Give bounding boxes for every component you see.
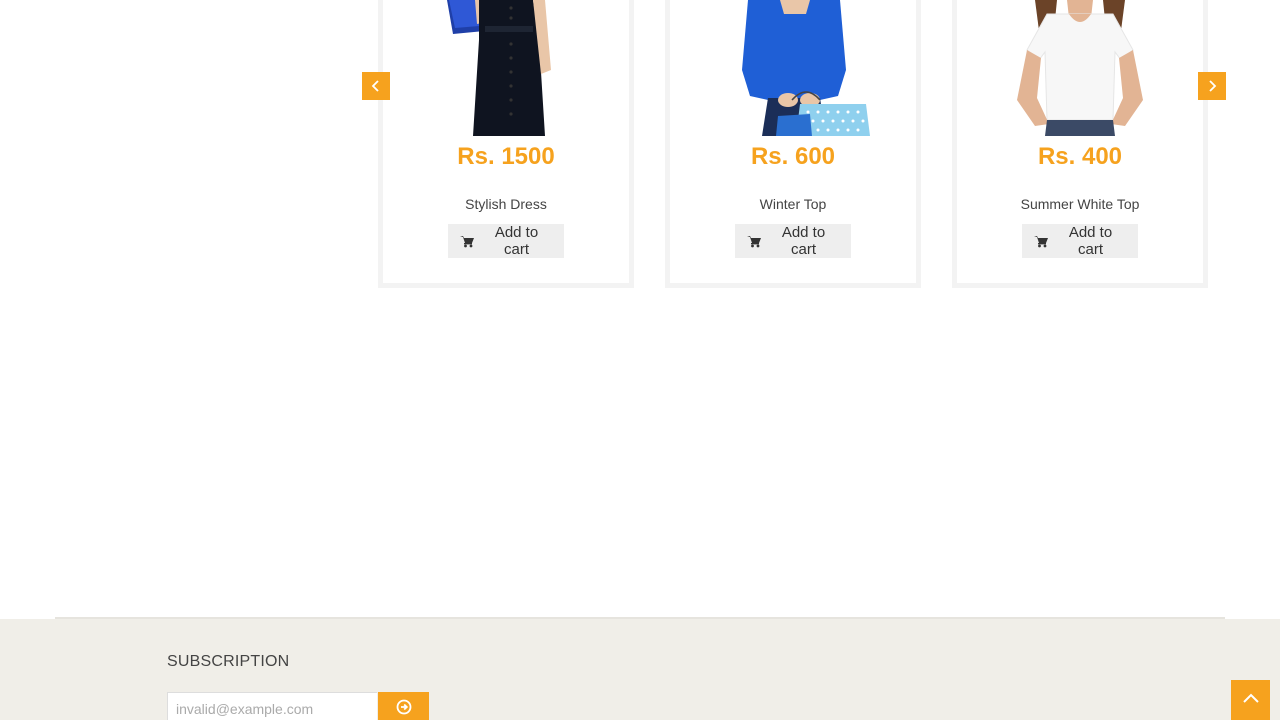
footer: SUBSCRIPTION <box>0 619 1280 720</box>
product-price: Rs. 1500 <box>457 143 555 170</box>
add-to-cart-label: Add to cart <box>1068 224 1113 258</box>
chevron-right-icon <box>1207 80 1217 92</box>
add-to-cart-button[interactable]: Add to cart <box>448 224 564 258</box>
carousel-next-button[interactable] <box>1198 72 1226 100</box>
product-name[interactable]: Summer White Top <box>957 196 1203 212</box>
product-price: Rs. 400 <box>1037 143 1123 170</box>
subscription-submit-button[interactable] <box>378 692 429 720</box>
back-to-top-button[interactable] <box>1231 680 1270 720</box>
add-to-cart-button[interactable]: Add to cart <box>1022 224 1138 258</box>
product-card[interactable]: Rs. 1500 Stylish Dress Add to cart <box>383 0 629 283</box>
add-to-cart-button[interactable]: Add to cart <box>735 224 851 258</box>
product-image[interactable] <box>670 0 916 136</box>
product-carousel: Rs. 1500 Stylish Dress Add to cart Rs. 6… <box>362 0 1226 300</box>
arrow-circle-right-icon <box>396 699 412 720</box>
page: Rs. 1500 Stylish Dress Add to cart Rs. 6… <box>0 0 1280 720</box>
product-card-wrapper: Rs. 400 Summer White Top Add to cart <box>952 0 1208 288</box>
chevron-up-icon <box>1242 691 1260 709</box>
product-card[interactable]: Rs. 400 Summer White Top Add to cart <box>957 0 1203 283</box>
product-card-wrapper: Rs. 1500 Stylish Dress Add to cart <box>378 0 634 288</box>
shopping-cart-icon <box>1034 235 1049 248</box>
add-to-cart-label: Add to cart <box>494 224 539 258</box>
product-price: Rs. 600 <box>750 143 836 170</box>
add-to-cart-label: Add to cart <box>781 224 826 258</box>
product-card-wrapper: Rs. 600 Winter Top Add to cart <box>665 0 921 288</box>
product-card[interactable]: Rs. 600 Winter Top Add to cart <box>670 0 916 283</box>
product-image[interactable] <box>957 0 1203 136</box>
product-image[interactable] <box>383 0 629 136</box>
subscription-title: SUBSCRIPTION <box>167 653 290 670</box>
subscription-email-input[interactable] <box>167 692 377 720</box>
product-name[interactable]: Winter Top <box>670 196 916 212</box>
chevron-left-icon <box>371 80 381 92</box>
shopping-cart-icon <box>460 235 475 248</box>
shopping-cart-icon <box>747 235 762 248</box>
carousel-prev-button[interactable] <box>362 72 390 100</box>
product-name[interactable]: Stylish Dress <box>383 196 629 212</box>
